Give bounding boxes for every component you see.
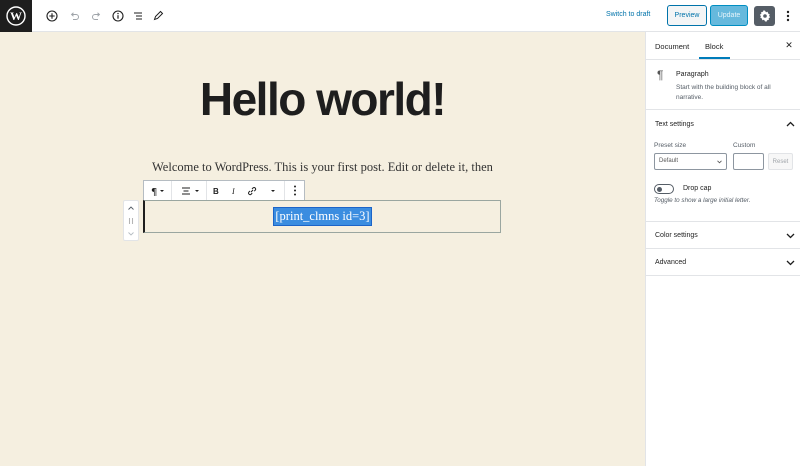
color-settings-panel: Color settings [646, 222, 800, 249]
close-sidebar-icon[interactable]: ✕ [784, 40, 794, 50]
selected-shortcode-text[interactable]: [print_clmns id=3] [273, 207, 372, 226]
svg-text:I: I [231, 187, 235, 196]
svg-text:¶: ¶ [151, 187, 157, 196]
post-title[interactable]: Hello world! [0, 72, 645, 126]
info-icon[interactable] [110, 8, 126, 24]
svg-text:B: B [213, 187, 219, 196]
block-toolbar: ¶ B I [143, 180, 305, 201]
block-card: ¶ Paragraph Start with the building bloc… [646, 60, 800, 110]
chevron-down-icon[interactable] [786, 258, 795, 267]
chevron-down-icon[interactable] [786, 231, 795, 240]
edit-icon[interactable] [150, 8, 166, 24]
drop-cap-label: Drop cap [683, 185, 712, 192]
paragraph-icon: ¶ [657, 68, 664, 82]
preset-size-label: Preset size [654, 142, 687, 149]
active-tab-indicator [699, 57, 730, 59]
block-name: Paragraph [676, 71, 709, 78]
text-settings-toggle[interactable]: Text settings [655, 121, 694, 128]
toggle-knob [657, 187, 662, 192]
switch-to-draft-link[interactable]: Switch to draft [606, 11, 650, 18]
editor-header: W Switch to draft Preview Update [0, 0, 800, 32]
more-options-icon[interactable] [780, 8, 796, 24]
color-settings-toggle[interactable]: Color settings [655, 232, 698, 239]
svg-text:W: W [10, 9, 22, 23]
italic-icon[interactable]: I [225, 181, 243, 200]
add-block-icon[interactable] [44, 8, 60, 24]
redo-icon[interactable] [88, 8, 104, 24]
preset-size-value: Default [659, 158, 679, 164]
sidebar-tabs: Document Block ✕ [646, 32, 800, 60]
formatting-group: B I [207, 181, 285, 200]
block-options-group [285, 181, 304, 200]
tab-document[interactable]: Document [655, 42, 689, 51]
outline-icon[interactable] [130, 8, 146, 24]
chevron-up-icon[interactable] [786, 120, 795, 129]
move-up-icon[interactable] [124, 201, 138, 214]
custom-size-input[interactable] [733, 153, 764, 170]
block-description: Start with the building block of all nar… [676, 84, 771, 101]
tab-block[interactable]: Block [705, 42, 723, 51]
advanced-panel: Advanced [646, 249, 800, 276]
editor-canvas[interactable]: Hello world! Welcome to WordPress. This … [0, 32, 645, 466]
block-more-options-icon[interactable] [285, 181, 304, 200]
settings-gear-icon[interactable] [754, 6, 775, 26]
block-mover [123, 200, 139, 241]
move-down-icon[interactable] [124, 227, 138, 240]
alignment-group [172, 181, 207, 200]
select-chevron-icon [717, 160, 722, 164]
link-icon[interactable] [243, 181, 263, 200]
undo-icon[interactable] [66, 8, 82, 24]
custom-size-label: Custom [733, 142, 756, 149]
paragraph-type-icon[interactable]: ¶ [144, 181, 171, 200]
preview-button[interactable]: Preview [667, 5, 707, 26]
align-center-icon[interactable] [172, 181, 206, 200]
paragraph-block[interactable]: Welcome to WordPress. This is your first… [152, 160, 512, 175]
shortcode-paragraph-block[interactable]: [print_clmns id=3] [143, 200, 501, 233]
block-type-group: ¶ [144, 181, 172, 200]
update-button[interactable]: Update [710, 5, 748, 26]
drop-cap-help: Toggle to show a large initial letter. [654, 197, 751, 204]
reset-button[interactable]: Reset [768, 153, 793, 170]
drop-cap-toggle[interactable] [654, 184, 674, 194]
advanced-toggle[interactable]: Advanced [655, 259, 686, 266]
preset-size-select[interactable]: Default [654, 153, 727, 170]
settings-sidebar: Document Block ✕ ¶ Paragraph Start with … [645, 32, 800, 466]
wordpress-logo-icon[interactable]: W [0, 0, 32, 32]
bold-icon[interactable]: B [207, 181, 225, 200]
more-formatting-chevron-icon[interactable] [262, 181, 284, 200]
drag-handle-icon[interactable] [124, 214, 138, 227]
